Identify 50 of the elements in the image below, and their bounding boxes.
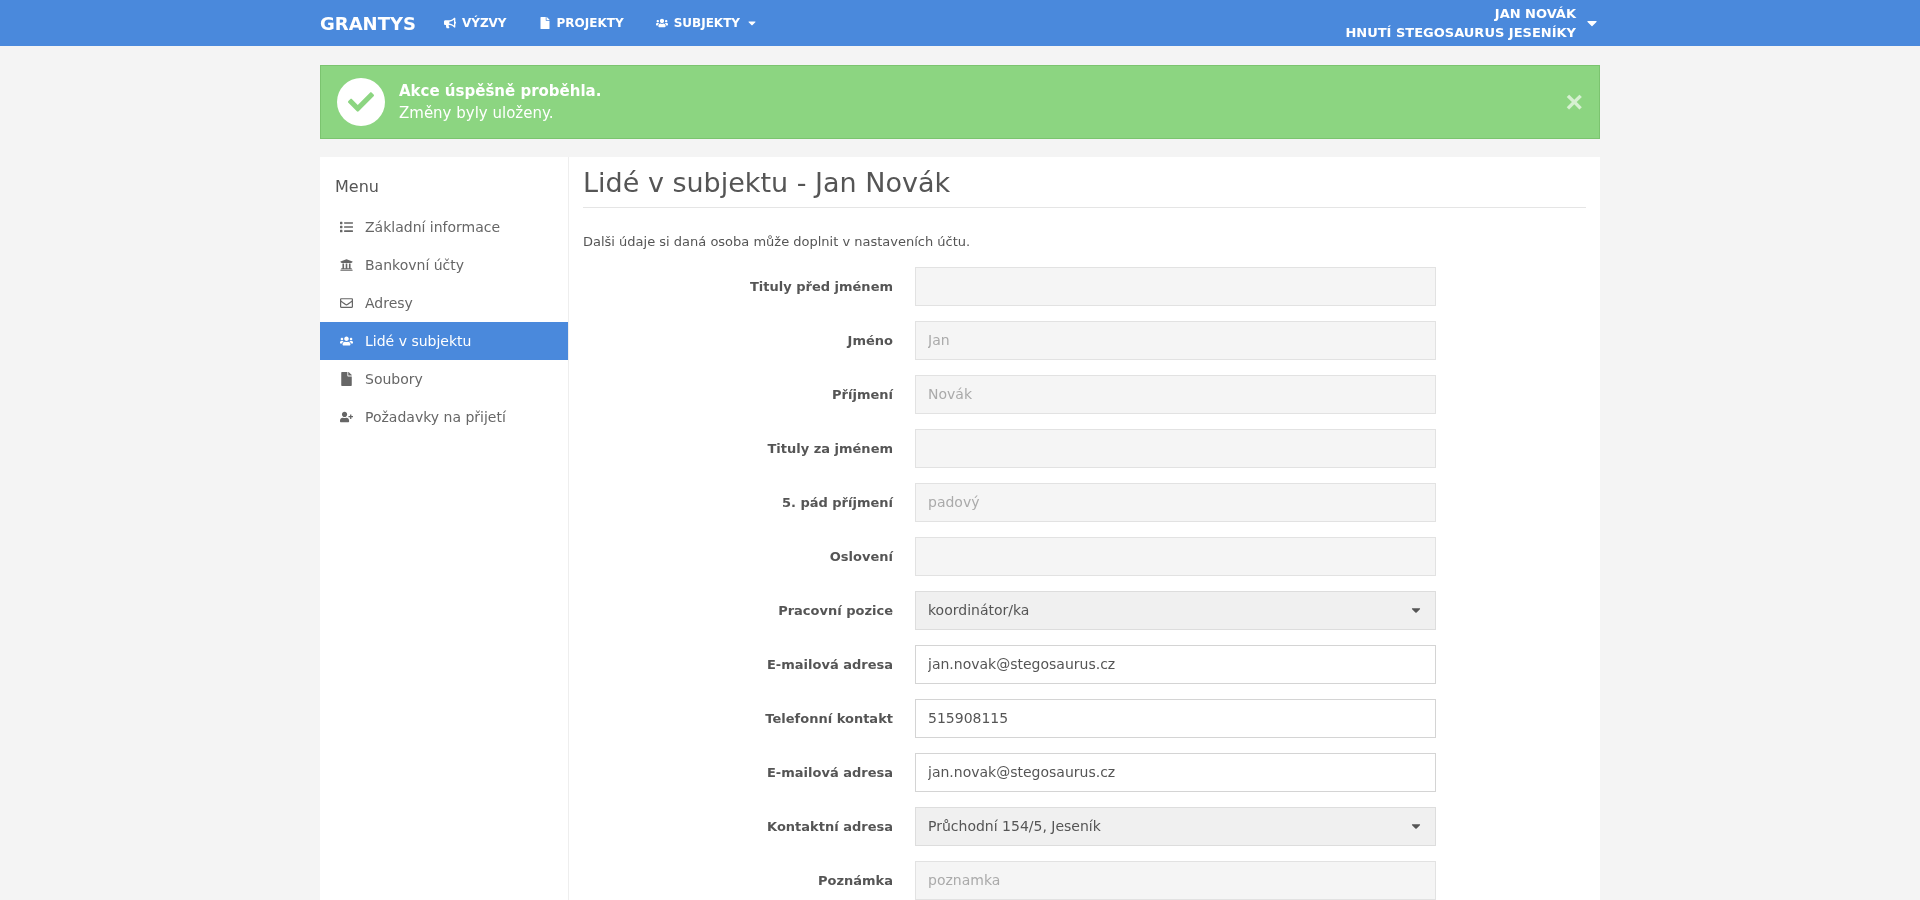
file-icon	[538, 17, 551, 29]
page-title: Lidé v subjektu - Jan Novák	[583, 167, 1586, 208]
user-menu[interactable]: JAN NOVÁK HNUTÍ STEGOSAURUS JESENÍKY	[1345, 4, 1600, 42]
field-label: E-mailová adresa	[765, 764, 894, 780]
input-field[interactable]	[915, 536, 1436, 576]
sidebar-item[interactable]: Lidé v subjektu	[320, 322, 568, 360]
list-icon	[340, 220, 353, 234]
field-label: Tituly za jménem	[766, 440, 894, 456]
select-field[interactable]: Průchodní 154/5, Jeseník	[915, 806, 1436, 846]
input-field[interactable]	[915, 266, 1436, 306]
input-field[interactable]: poznamka	[915, 860, 1436, 900]
bank-icon	[340, 258, 353, 272]
input-field[interactable]: padový	[915, 482, 1436, 522]
alert-message: Změny byly uloženy.	[399, 104, 555, 122]
users-icon	[340, 334, 353, 348]
user-plus-icon	[340, 410, 353, 424]
megaphone-icon	[443, 17, 456, 29]
input-field[interactable]: jan.novak@stegosaurus.cz	[915, 752, 1436, 792]
input-field[interactable]: jan.novak@stegosaurus.cz	[915, 644, 1436, 684]
check-circle-icon	[337, 78, 385, 126]
input-field[interactable]: 515908115	[915, 698, 1436, 738]
field-label: Oslovení	[828, 548, 894, 564]
sidebar-item[interactable]: Základní informace	[320, 208, 568, 246]
users-icon	[655, 17, 668, 29]
input-field[interactable]: Jan	[915, 320, 1436, 360]
field-label: Telefonní kontakt	[764, 710, 894, 726]
nav-link[interactable]: VÝZVY	[427, 0, 523, 46]
input-field[interactable]: Novák	[915, 374, 1436, 414]
sidebar-title: Menu	[334, 177, 380, 198]
field-label: Pracovní pozice	[777, 602, 894, 618]
nav-link[interactable]: SUBJEKTY	[639, 0, 774, 46]
alert-title: Akce úspěšně proběhla.	[399, 82, 603, 100]
input-field[interactable]	[915, 428, 1436, 468]
help-text: Dalši údaje si daná osoba může doplnit v nastaveních účtu.	[583, 234, 972, 249]
sidebar-item[interactable]: Požadavky na přijetí	[320, 398, 568, 436]
file-icon	[340, 372, 353, 386]
sidebar-item[interactable]: Adresy	[320, 284, 568, 322]
envelope-icon	[340, 296, 353, 310]
field-label: Příjmení	[831, 386, 894, 402]
sidebar-item[interactable]: Bankovní účty	[320, 246, 568, 284]
field-label: Jméno	[845, 332, 894, 348]
field-label: 5. pád příjmení	[780, 494, 894, 510]
sidebar-item[interactable]: Soubory	[320, 360, 568, 398]
brand-logo[interactable]: GRANTYS	[320, 12, 416, 34]
select-field[interactable]: koordinátor/ka	[915, 590, 1436, 630]
nav-link[interactable]: PROJEKTY	[522, 0, 640, 46]
field-label: Kontaktní adresa	[766, 818, 894, 834]
field-label: E-mailová adresa	[765, 656, 894, 672]
field-label: Poznámka	[816, 872, 894, 888]
field-label: Tituly před jménem	[748, 278, 894, 294]
